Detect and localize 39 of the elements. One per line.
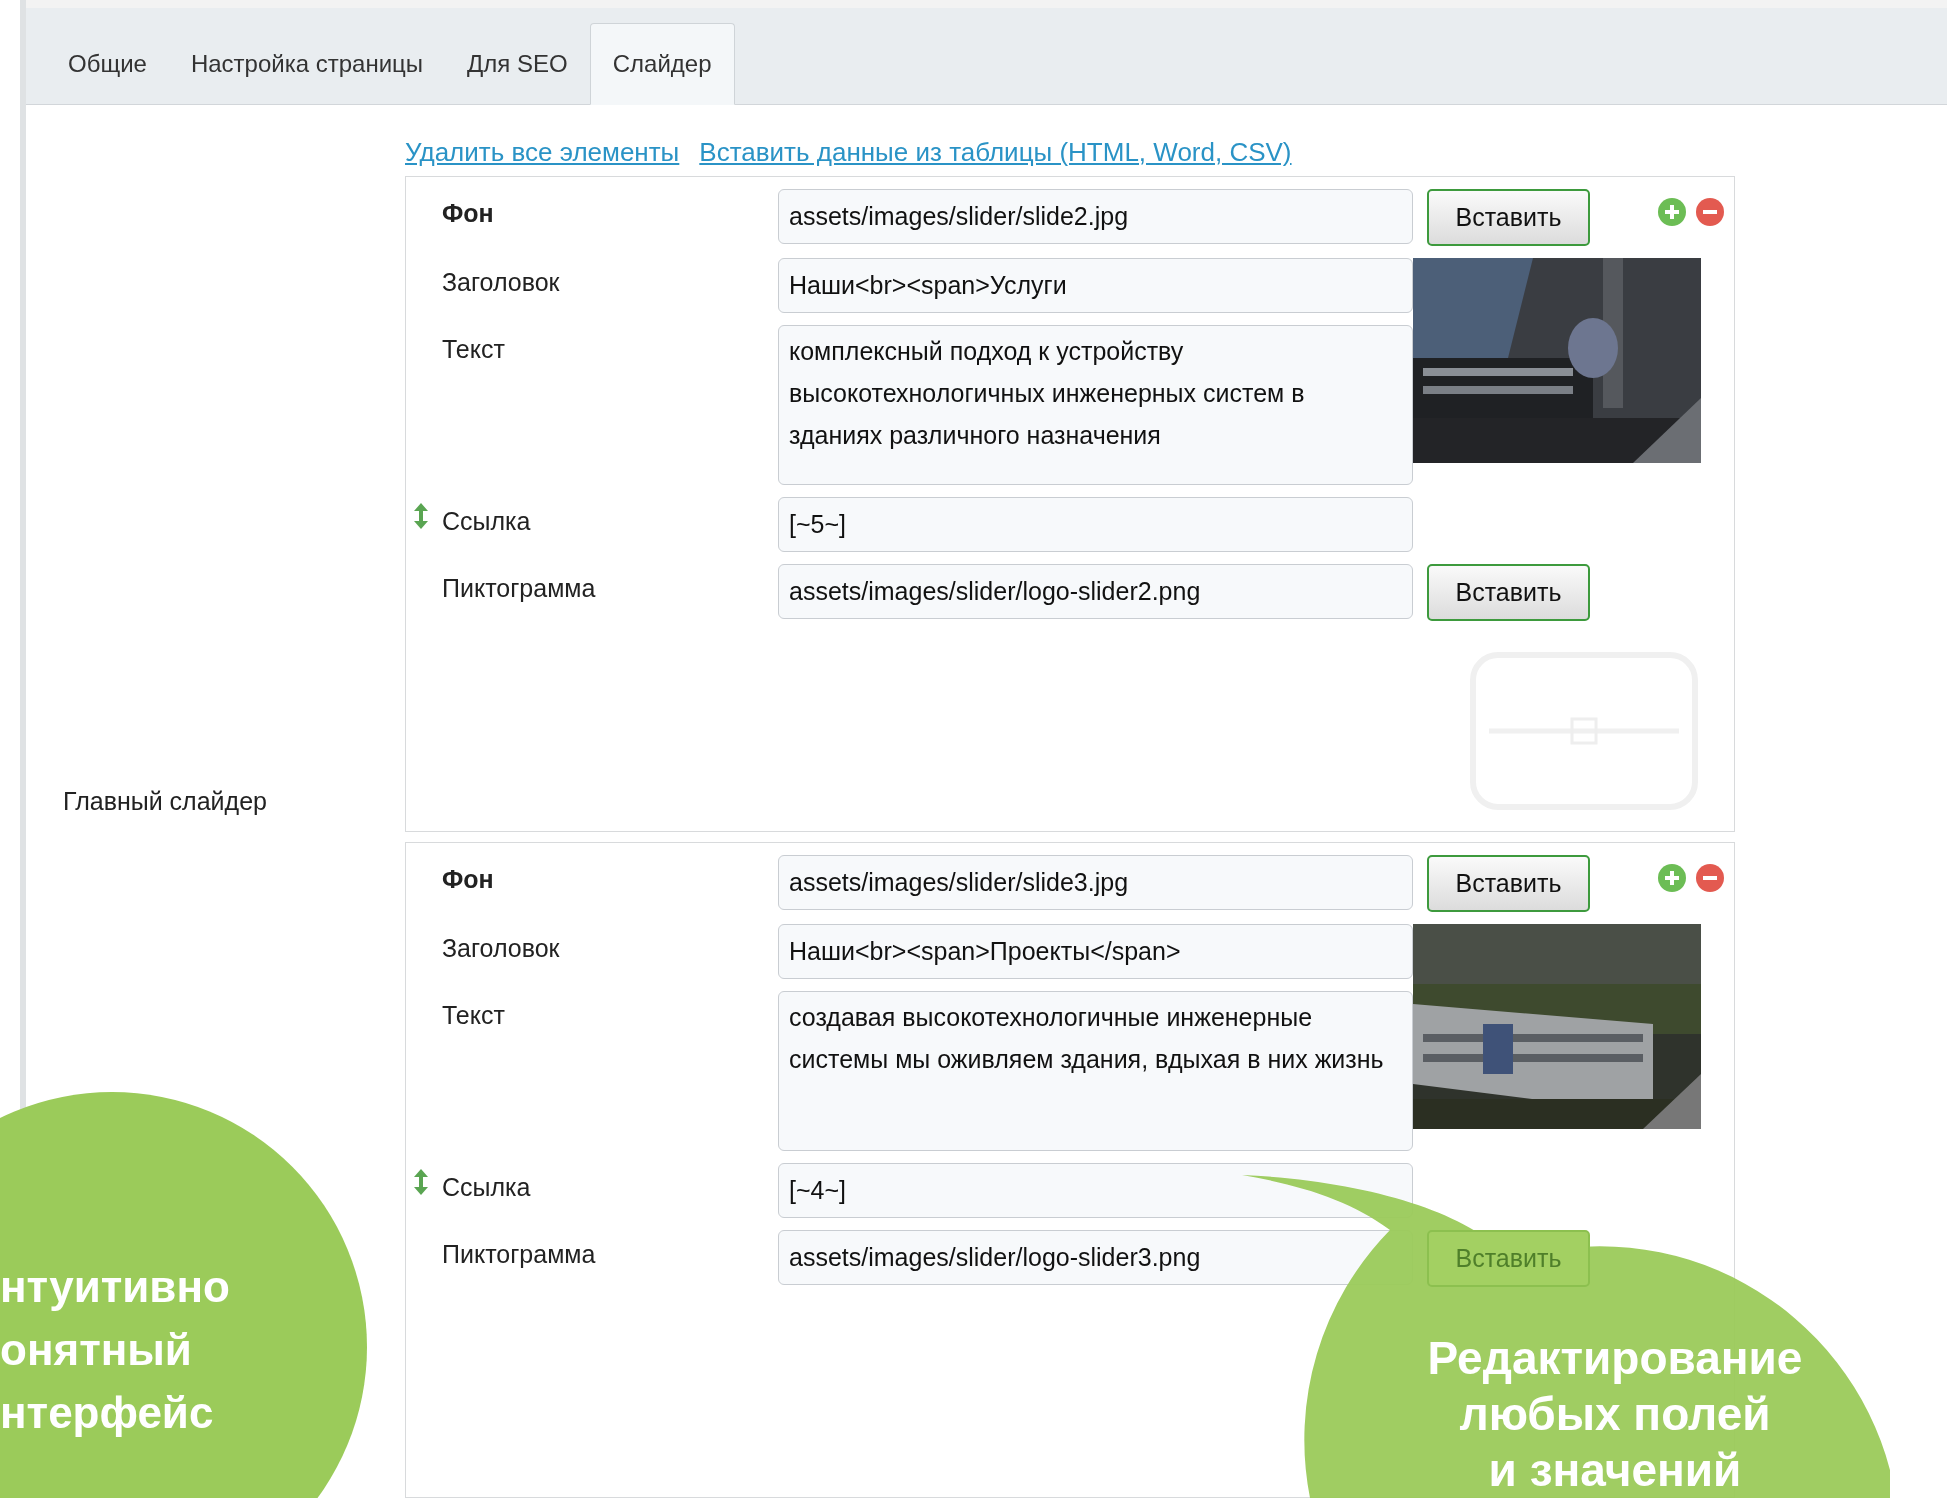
text-field[interactable]: assets/images/slider/slide2.jpg [778,189,1413,244]
text-field[interactable]: assets/images/slider/slide3.jpg [778,855,1413,910]
field-label: Заголовок [442,267,560,298]
tab[interactable]: Общие [46,23,169,105]
field-label: Пиктограмма [442,573,596,604]
field-label: Текст [442,1000,505,1031]
text-area[interactable]: создавая высокотехнологичные инженерные системы мы оживляем здания, вдыхая в них жизнь [778,991,1413,1151]
insert-button[interactable]: Вставить [1427,189,1590,246]
callout-text: онятный [0,1324,193,1376]
field-label: Ссылка [442,506,531,537]
tab[interactable]: Настройка страницы [168,23,446,105]
add-icon[interactable] [1657,197,1687,227]
tab[interactable]: Слайдер [589,23,735,105]
text-field[interactable]: Наши<br><span>Проекты</span> [778,924,1413,979]
field-label: Ссылка [442,1172,531,1203]
text-field[interactable]: [~5~] [778,497,1413,552]
field-label: Фон [442,864,494,895]
text-field[interactable]: [~4~] [778,1163,1413,1218]
add-icon[interactable] [1657,863,1687,893]
field-label: Текст [442,334,505,365]
text-field[interactable]: assets/images/slider/logo-slider2.png [778,564,1413,619]
field-label: Главный слайдер [63,785,267,817]
field-label: Фон [442,198,494,229]
tab[interactable]: Для SEO [445,23,590,105]
field-label: Пиктограмма [442,1239,596,1270]
text-field[interactable]: Наши<br><span>Услуги [778,258,1413,313]
callout-text: и значений [1488,1443,1742,1498]
insert-button[interactable]: Вставить [1427,564,1590,621]
callout-text: нтерфейс [0,1387,215,1439]
text-area[interactable]: комплексный подход к устройству высокотехнологичных инженерных систем в зданиях различного назначения [778,325,1413,485]
field-label: Заголовок [442,933,560,964]
callout-text: любых полей [1459,1387,1771,1442]
insert-button[interactable]: Вставить [1427,855,1590,912]
remove-icon[interactable] [1695,863,1725,893]
callout-text: Редактирование [1427,1331,1803,1386]
callout-text: нтуитивно [0,1261,230,1313]
up-down-arrow-icon[interactable] [414,503,428,529]
remove-icon[interactable] [1695,197,1725,227]
up-down-arrow-icon[interactable] [414,1169,428,1195]
